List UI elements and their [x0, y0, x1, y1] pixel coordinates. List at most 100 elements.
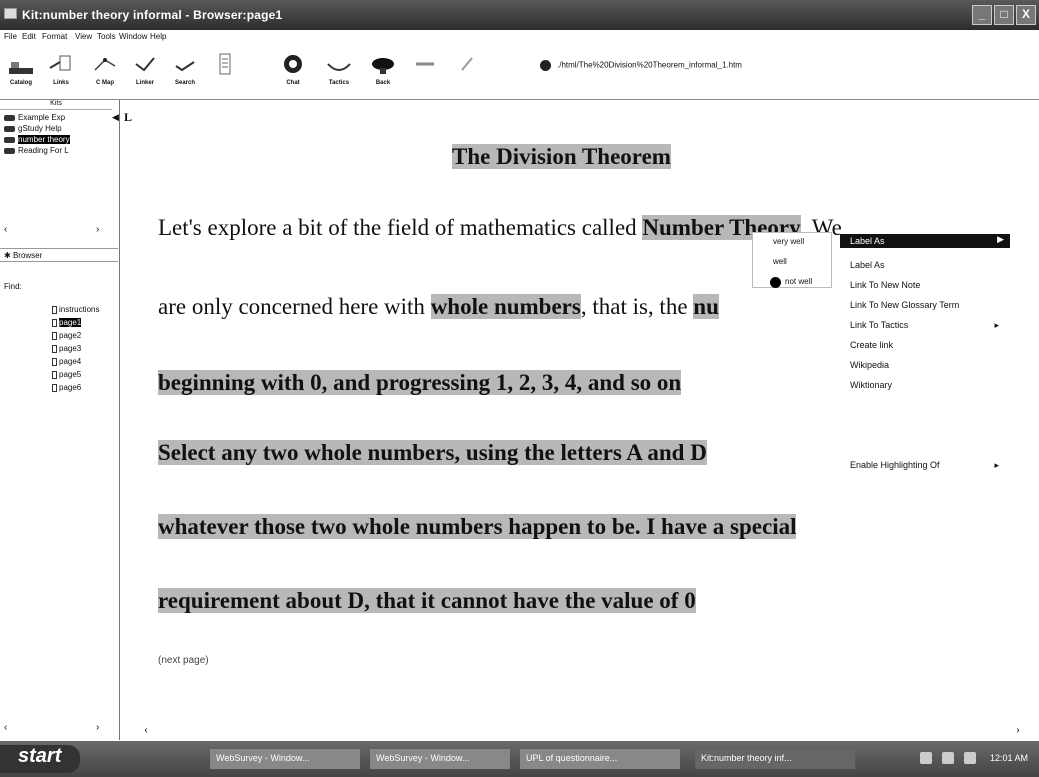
- links-icon: [49, 55, 71, 71]
- catalog-icon: [9, 62, 33, 74]
- menu-window[interactable]: Window: [119, 32, 147, 41]
- tray-icon[interactable]: [942, 752, 954, 764]
- page-item[interactable]: page5: [52, 370, 81, 379]
- page-icon: [52, 383, 57, 392]
- browser-scrollbar[interactable]: ‹ ›: [0, 722, 112, 736]
- context-menu: Label As ▶ Label As Link To New Note Link…: [840, 232, 1010, 482]
- submenu-not-well[interactable]: not well: [785, 277, 812, 286]
- cmap-button[interactable]: C Map: [84, 50, 126, 96]
- page-icon: [52, 370, 57, 379]
- taskbar: start WebSurvey - Window... WebSurvey - …: [0, 741, 1039, 777]
- tray-icon[interactable]: [920, 752, 932, 764]
- page-item[interactable]: instructions: [52, 305, 99, 314]
- cmap-icon: [94, 58, 116, 71]
- menu-item-label-as-active[interactable]: Label As ▶: [840, 234, 1010, 248]
- submenu-well[interactable]: well: [773, 257, 787, 266]
- linker-button[interactable]: Linker: [124, 50, 166, 96]
- menu-format[interactable]: Format: [42, 32, 67, 41]
- catalog-button[interactable]: Catalog: [0, 50, 42, 96]
- menu-view[interactable]: View: [75, 32, 92, 41]
- menu-item-link-to-tactics[interactable]: Link To Tactics ▸: [850, 320, 1005, 334]
- notes-button[interactable]: [204, 50, 246, 96]
- page-item-selected[interactable]: page1: [52, 318, 82, 327]
- tray-icon[interactable]: [964, 752, 976, 764]
- scroll-right-icon[interactable]: ›: [96, 722, 99, 733]
- submenu-arrow-icon: ▶: [997, 234, 1004, 244]
- kits-scrollbar[interactable]: ‹ ›: [0, 224, 112, 238]
- clock: 12:01 AM: [990, 753, 1029, 763]
- kit-item-selected[interactable]: number theory: [4, 135, 112, 146]
- chat-button[interactable]: Chat: [272, 50, 314, 96]
- start-button[interactable]: start: [0, 745, 80, 773]
- scroll-right-icon[interactable]: ›: [96, 224, 99, 235]
- globe-icon: [540, 60, 551, 71]
- tactics-button[interactable]: Tactics: [318, 50, 360, 96]
- menu-tools[interactable]: Tools: [97, 32, 116, 41]
- kit-item[interactable]: Reading For L: [4, 146, 112, 157]
- scroll-left-icon[interactable]: ‹: [144, 722, 148, 737]
- menu-item-wikipedia[interactable]: Wikipedia: [850, 360, 1005, 374]
- refresh-button[interactable]: [446, 50, 488, 96]
- menu-file[interactable]: File: [4, 32, 17, 41]
- title-bar: Kit:number theory informal - Browser:pag…: [0, 0, 1039, 30]
- next-page-link[interactable]: (next page): [158, 655, 209, 666]
- taskbar-item-active[interactable]: Kit:number theory inf...: [695, 749, 855, 769]
- close-button[interactable]: X: [1016, 5, 1036, 25]
- scroll-left-icon[interactable]: ‹: [4, 722, 7, 733]
- kit-icon: [4, 114, 15, 121]
- toolbar: Catalog Links C Map Linker Search Chat T…: [0, 44, 1039, 100]
- content-line: are only concerned here with whole numbe…: [158, 294, 719, 319]
- page-icon: [52, 331, 57, 340]
- maximize-button[interactable]: □: [994, 5, 1014, 25]
- menu-help[interactable]: Help: [150, 32, 166, 41]
- menu-item-create-link[interactable]: Create link: [850, 340, 1005, 354]
- scroll-right-icon[interactable]: ›: [1016, 722, 1020, 737]
- linker-icon: [135, 57, 155, 72]
- page-item[interactable]: page2: [52, 331, 81, 340]
- page-icon: [52, 357, 57, 366]
- term-whole-numbers[interactable]: whole numbers: [430, 294, 581, 319]
- menu-bar: File Edit Format View Tools Window Help: [0, 30, 1039, 44]
- scroll-left-icon[interactable]: ‹: [4, 224, 7, 235]
- back-button[interactable]: Back: [362, 50, 404, 96]
- chat-icon: [284, 55, 302, 73]
- label-submenu: very well well not well: [752, 232, 832, 288]
- content-line: requirement about D, that it cannot have…: [158, 588, 696, 613]
- content-line: Select any two whole numbers, using the …: [158, 440, 707, 465]
- kit-icon: [4, 147, 15, 154]
- taskbar-item[interactable]: UPL of questionnaire...: [520, 749, 680, 769]
- kit-icon: [4, 136, 15, 143]
- kit-icon: [4, 125, 15, 132]
- page-icon: [52, 305, 57, 314]
- content-line: beginning with 0, and progressing 1, 2, …: [158, 370, 682, 395]
- tactics-icon: [327, 63, 351, 71]
- taskbar-item[interactable]: WebSurvey - Window...: [370, 749, 510, 769]
- kit-item[interactable]: gStudy Help: [4, 124, 112, 135]
- content-line: whatever those two whole numbers happen …: [158, 514, 797, 539]
- minimize-button[interactable]: _: [972, 5, 992, 25]
- notes-icon: [219, 53, 231, 75]
- page-item[interactable]: page3: [52, 344, 81, 353]
- page-item[interactable]: page4: [52, 357, 81, 366]
- menu-item-wiktionary[interactable]: Wiktionary: [850, 380, 1005, 394]
- find-label: Find:: [4, 282, 22, 291]
- links-button[interactable]: Links: [40, 50, 82, 96]
- forward-button[interactable]: [404, 50, 446, 96]
- menu-item-link-to-new-note[interactable]: Link To New Note: [850, 280, 1005, 294]
- page-item[interactable]: page6: [52, 383, 81, 392]
- forward-icon: [416, 62, 434, 66]
- address-bar[interactable]: ./html/The%20Division%20Theorem_informal…: [540, 60, 742, 71]
- menu-item-label-as[interactable]: Label As: [850, 260, 1005, 274]
- menu-item-enable-highlighting[interactable]: Enable Highlighting Of ▸: [850, 460, 1005, 474]
- browser-icon: ✱: [4, 251, 13, 260]
- submenu-very-well[interactable]: very well: [773, 237, 804, 246]
- content-line: Let's explore a bit of the field of math…: [158, 215, 842, 240]
- collapse-arrow-icon[interactable]: ◀: [112, 112, 119, 123]
- kit-item[interactable]: Example Exp: [4, 113, 112, 124]
- menu-edit[interactable]: Edit: [22, 32, 36, 41]
- menu-item-link-to-new-glossary-term[interactable]: Link To New Glossary Term: [850, 300, 1005, 314]
- search-button[interactable]: Search: [164, 50, 206, 96]
- taskbar-item[interactable]: WebSurvey - Window...: [210, 749, 360, 769]
- back-icon: [372, 58, 394, 74]
- search-icon: [175, 61, 195, 72]
